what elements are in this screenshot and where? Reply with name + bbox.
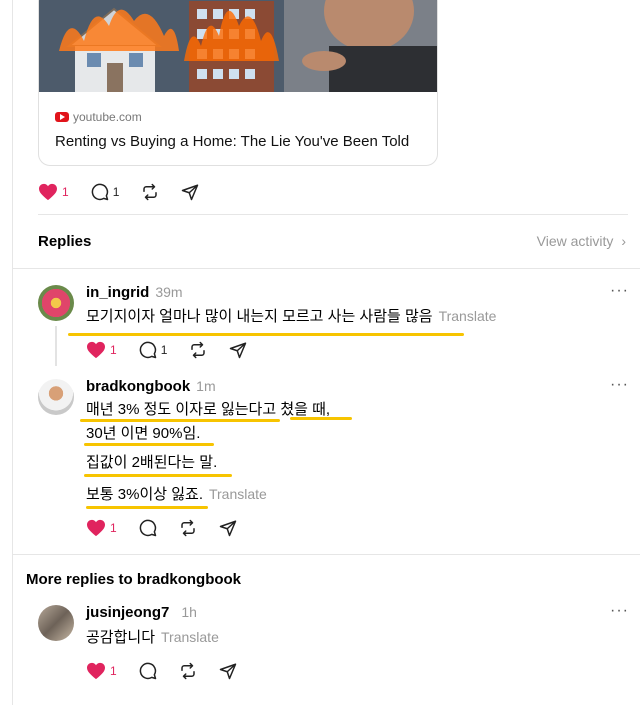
thumbnail-image (39, 0, 437, 92)
view-activity-link[interactable]: View activity › (537, 233, 626, 249)
replies-divider (13, 268, 640, 269)
view-activity-label: View activity (536, 233, 614, 249)
translate-link[interactable]: Translate (209, 486, 267, 502)
comment-icon (91, 183, 108, 201)
send-icon (219, 663, 236, 680)
reply-text: 모기지이자 얼마나 많이 내는지 모르고 사는 사람들 많음 Translate (86, 301, 496, 332)
avatar[interactable] (38, 379, 74, 415)
reply-header: in_ingrid 39m (86, 284, 183, 301)
reply-header: bradkongbook 1m (86, 378, 216, 395)
like-button[interactable]: 1 (86, 662, 117, 680)
translate-link[interactable]: Translate (439, 308, 497, 324)
timestamp: 1h (181, 604, 197, 620)
left-rail-divider (12, 0, 13, 705)
link-preview-card[interactable]: youtube.com Renting vs Buying a Home: Th… (38, 0, 438, 166)
send-icon (230, 342, 247, 359)
heart-filled-icon (87, 519, 105, 537)
highlight-underline (68, 333, 464, 336)
reply-action-bar: 1 (86, 519, 259, 537)
youtube-icon (55, 112, 69, 122)
comment-icon (139, 519, 156, 537)
link-title[interactable]: Renting vs Buying a Home: The Lie You've… (55, 133, 409, 150)
avatar[interactable] (38, 605, 74, 641)
highlight-underline (86, 506, 208, 509)
like-button[interactable]: 1 (38, 183, 69, 201)
reply-text-line: 모기지이자 얼마나 많이 내는지 모르고 사는 사람들 많음 (86, 308, 433, 325)
share-button[interactable] (181, 183, 199, 201)
replies-heading: Replies (38, 233, 92, 250)
comment-icon (139, 662, 156, 680)
more-options-icon[interactable]: ··· (610, 376, 629, 394)
thread-connector-line (55, 326, 57, 366)
video-thumbnail[interactable] (39, 0, 437, 92)
share-button[interactable] (229, 341, 247, 359)
reply-action-bar: 1 (86, 662, 259, 680)
timestamp: 1m (196, 378, 216, 394)
link-source: youtube.com (55, 110, 142, 124)
username[interactable]: in_ingrid (86, 284, 149, 301)
reply-text: 공감합니다 Translate (86, 622, 219, 653)
like-count: 1 (62, 185, 69, 199)
heart-filled-icon (39, 183, 57, 201)
highlight-underline (84, 443, 214, 446)
highlight-underline (84, 474, 232, 477)
replies-divider (13, 554, 640, 555)
reply-text-line: 공감합니다 (86, 629, 156, 646)
more-options-icon[interactable]: ··· (610, 282, 629, 300)
send-icon (182, 184, 199, 201)
reply-count: 1 (160, 343, 168, 357)
heart-filled-icon (87, 341, 105, 359)
reply-button[interactable] (139, 519, 157, 537)
repost-icon (180, 662, 195, 680)
timestamp: 39m (155, 284, 183, 300)
chevron-right-icon: › (621, 233, 626, 249)
highlight-underline (290, 417, 352, 420)
like-count: 1 (110, 343, 117, 357)
heart-filled-icon (87, 662, 105, 680)
repost-button[interactable] (189, 341, 207, 359)
send-icon (219, 520, 236, 537)
username[interactable]: bradkongbook (86, 378, 190, 395)
repost-button[interactable] (179, 519, 197, 537)
more-options-icon[interactable]: ··· (610, 602, 629, 620)
reply-button[interactable] (139, 662, 157, 680)
reply-button[interactable]: 1 (91, 183, 120, 201)
repost-icon (191, 341, 206, 359)
translate-link[interactable]: Translate (161, 629, 219, 645)
repost-button[interactable] (179, 662, 197, 680)
repost-icon (143, 183, 158, 201)
like-button[interactable]: 1 (86, 519, 117, 537)
more-replies-heading: More replies to bradkongbook (26, 571, 242, 588)
share-button[interactable] (219, 662, 237, 680)
reply-text-segment: 보통 3%이상 잃죠. (86, 486, 203, 503)
reply-header: jusinjeong7 1h (86, 604, 197, 621)
like-button[interactable]: 1 (86, 341, 117, 359)
username[interactable]: jusinjeong7 (86, 604, 169, 621)
share-button[interactable] (219, 519, 237, 537)
repost-icon (180, 519, 195, 537)
avatar[interactable] (38, 285, 74, 321)
highlight-underline (80, 419, 280, 422)
reply-count: 1 (112, 185, 120, 199)
like-count: 1 (110, 521, 117, 535)
repost-button[interactable] (141, 183, 159, 201)
comment-icon (139, 341, 156, 359)
like-count: 1 (110, 664, 117, 678)
post-action-bar: 1 1 (38, 183, 221, 201)
reply-button[interactable]: 1 (139, 341, 168, 359)
reply-action-bar: 1 1 (86, 341, 269, 359)
section-divider (38, 214, 628, 215)
link-source-domain: youtube.com (73, 110, 142, 124)
